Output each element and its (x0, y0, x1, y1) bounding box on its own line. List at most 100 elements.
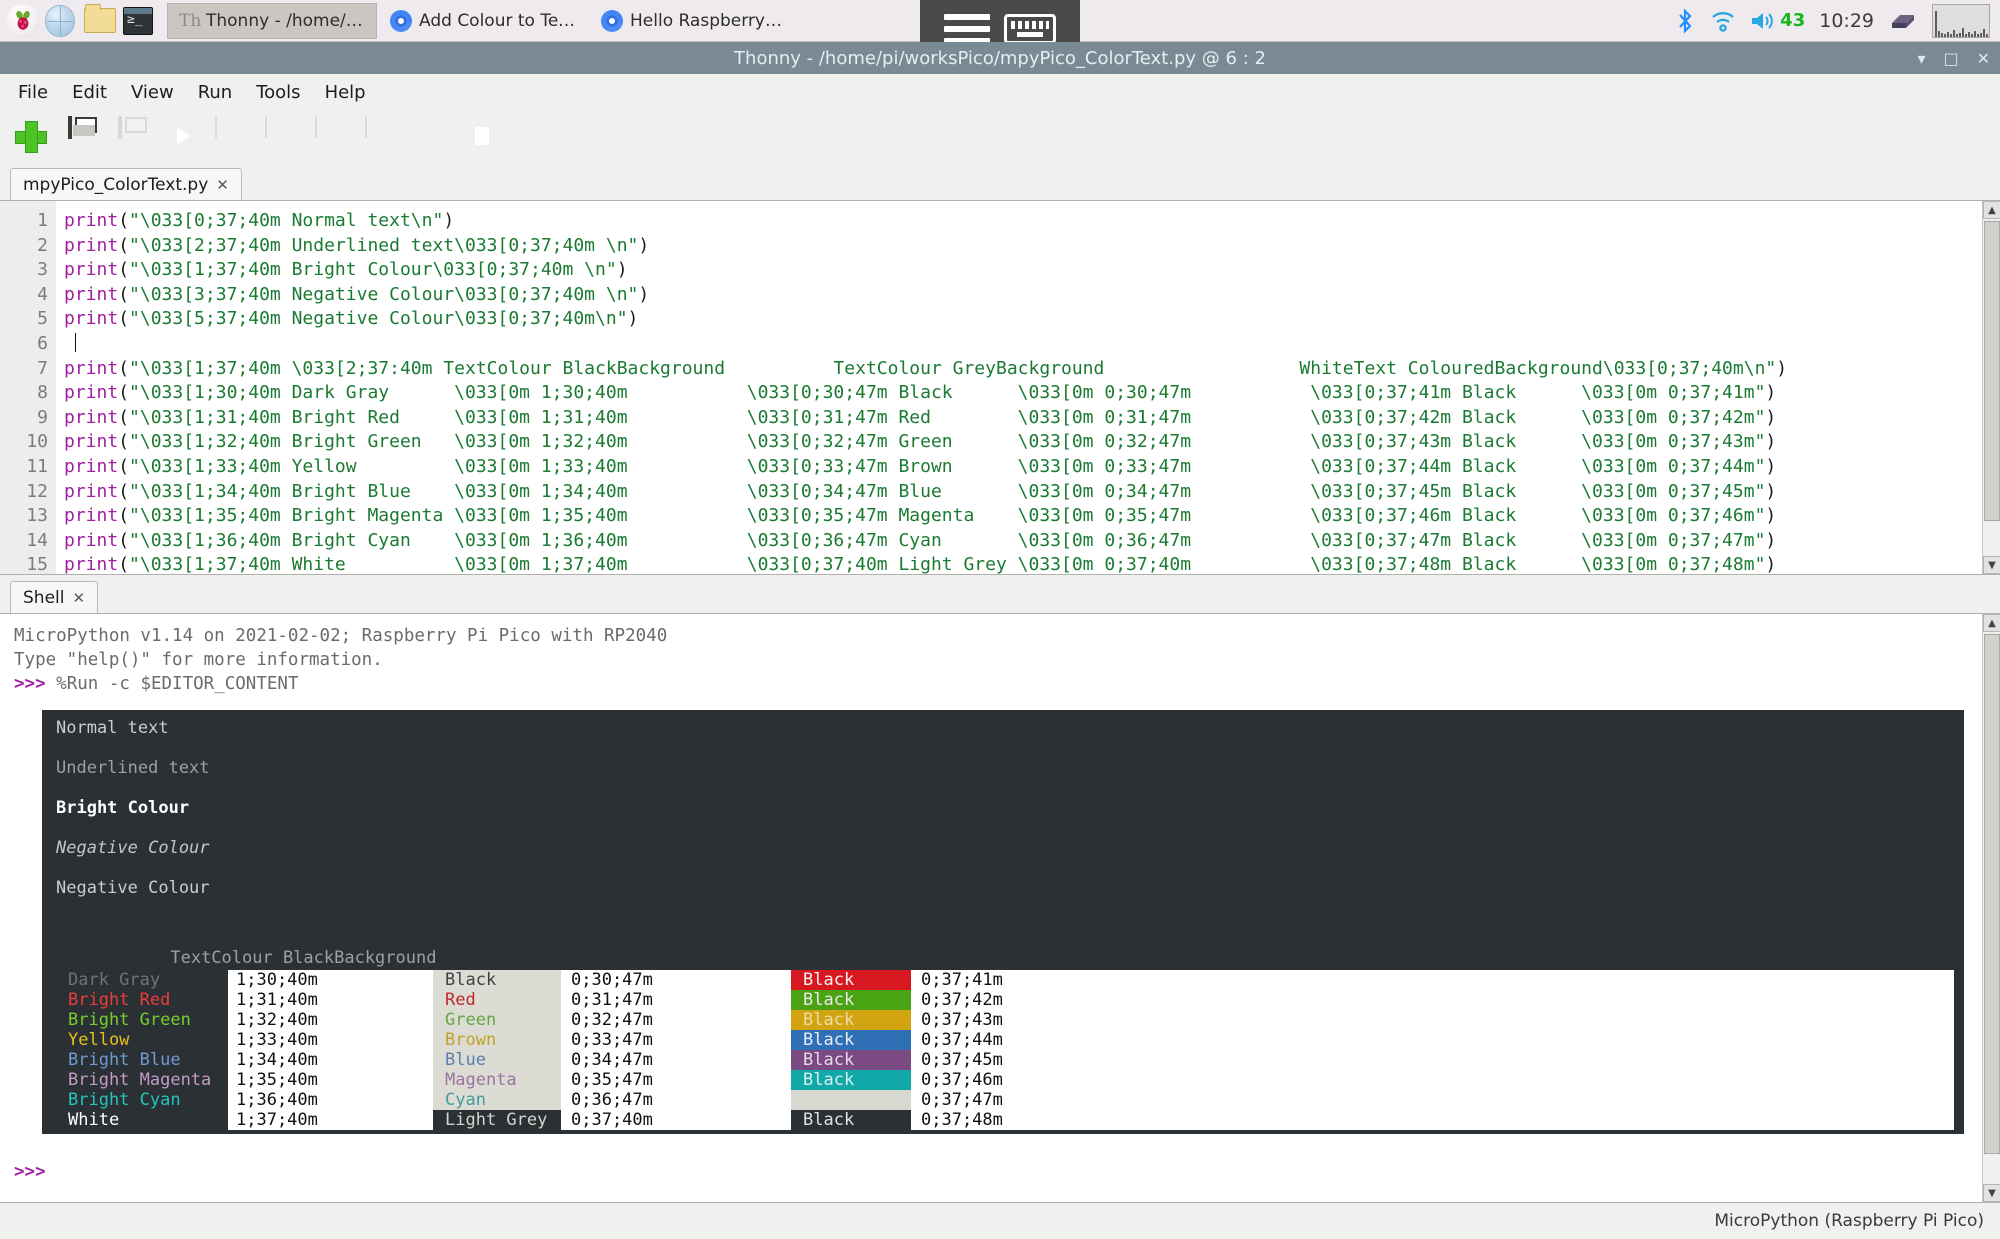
clock[interactable]: 10:29 (1819, 10, 1874, 32)
scroll-up-arrow[interactable]: ▲ (1983, 201, 2000, 219)
cell-grey-bg-name: Brown (433, 1030, 561, 1050)
resume-button[interactable] (412, 118, 452, 158)
launcher-zone (0, 3, 157, 38)
open-file-button[interactable] (112, 116, 152, 158)
code-line: print("\033[5;37;40m Negative Colour\033… (64, 308, 639, 330)
onscreen-keyboard-icon[interactable] (1004, 14, 1056, 44)
shell-content[interactable]: MicroPython v1.14 on 2021-02-02; Raspber… (0, 614, 1982, 1202)
cell-coloured-bg-name: Black (791, 1030, 911, 1050)
chrome-icon (601, 9, 623, 32)
bluetooth-icon[interactable] (1674, 7, 1696, 34)
shell-prompt: >>> (14, 674, 46, 694)
new-file-button[interactable] (12, 118, 52, 158)
taskbar-window-thonny[interactable]: Th Thonny - /home/pi/... (167, 2, 377, 39)
code-content[interactable]: print("\033[0;37;40m Normal text\n") prin… (56, 201, 1982, 574)
cell-black-bg-name: Bright Cyan (56, 1090, 228, 1110)
cell-black-bg-name: White (56, 1110, 228, 1130)
taskbar-window-chrome-1[interactable]: Add Colour to Text in ... (378, 3, 588, 39)
scroll-up-arrow[interactable]: ▲ (1983, 614, 2000, 632)
cell-grey-bg-code: 0;36;47m (561, 1090, 791, 1110)
editor-vertical-scrollbar[interactable]: ▲ ▼ (1982, 201, 2000, 574)
drag-handle-icon[interactable] (944, 14, 990, 44)
shell-tabstrip: Shell ✕ (0, 579, 2000, 613)
step-into-button[interactable] (312, 117, 352, 158)
file-manager-icon[interactable] (84, 3, 118, 38)
line-number-gutter: 1 2 3 4 5 6 7 8 9 10 11 12 13 14 15 (0, 201, 56, 574)
cell-coloured-bg-code: 0;37;44m (911, 1030, 1111, 1050)
cell-grey-bg-name: Red (433, 990, 561, 1010)
line-number: 2 (37, 234, 48, 256)
scroll-down-arrow[interactable]: ▼ (1983, 1184, 2000, 1202)
cell-black-bg-name: Bright Green (56, 1010, 228, 1030)
line-number: 4 (37, 283, 48, 305)
close-button[interactable]: ✕ (1977, 49, 1990, 68)
text-caret (74, 332, 76, 352)
code-editor[interactable]: 1 2 3 4 5 6 7 8 9 10 11 12 13 14 15 print("\033[0;37;4… (0, 200, 2000, 575)
maximize-button[interactable]: □ (1943, 49, 1958, 68)
shell-scroll-thumb[interactable] (1984, 634, 2000, 1154)
window-button-list: Th Thonny - /home/pi/... Add Colour to T… (167, 2, 799, 39)
cell-filler (1111, 1050, 1954, 1070)
taskbar-window-chrome-2[interactable]: Hello Raspberry Pi - C... (589, 3, 799, 39)
menu-help[interactable]: Help (315, 78, 376, 107)
cpu-chip-glyph (1892, 14, 1914, 28)
run-button[interactable] (162, 118, 202, 158)
cell-coloured-bg-code: 0;37;42m (911, 990, 1111, 1010)
debug-button[interactable] (212, 117, 252, 158)
line-number: 10 (26, 431, 48, 453)
taskbar-window-label: Thonny - /home/pi/... (206, 10, 365, 31)
shell-final-prompt-line[interactable]: >>> (14, 1160, 1982, 1184)
cell-grey-bg-name: Cyan (433, 1090, 561, 1110)
header-black-background: TextColour BlackBackground (170, 948, 437, 968)
menu-view[interactable]: View (121, 78, 184, 107)
globe-glyph (45, 4, 75, 37)
system-tray: 43 10:29 (1674, 0, 2000, 42)
code-line: print("\033[1;35;40m Bright Magenta \033… (64, 505, 1777, 527)
close-icon[interactable]: ✕ (216, 176, 229, 194)
menubar: File Edit View Run Tools Help (0, 74, 2000, 110)
volume-icon[interactable]: 43 (1750, 9, 1805, 33)
stop-button[interactable] (462, 118, 502, 158)
terminal-launcher-icon[interactable] (123, 4, 157, 38)
chrome-icon (390, 9, 412, 32)
cell-grey-bg-name: Blue (433, 1050, 561, 1070)
step-out-button[interactable] (362, 117, 402, 158)
code-line (64, 332, 1982, 357)
terminal-glyph (123, 6, 153, 35)
shell-tab[interactable]: Shell ✕ (10, 581, 99, 613)
cell-coloured-bg-name (791, 1090, 911, 1110)
cell-coloured-bg-code: 0;37;46m (911, 1070, 1111, 1090)
cell-grey-bg-code: 0;35;47m (561, 1070, 791, 1090)
wifi-glyph (1712, 11, 1734, 32)
menu-tools[interactable]: Tools (246, 78, 310, 107)
shell-panel[interactable]: MicroPython v1.14 on 2021-02-02; Raspber… (0, 613, 2000, 1203)
raspberry-menu-icon[interactable] (6, 3, 40, 38)
cpu-chip-icon[interactable] (1888, 9, 1918, 33)
menu-edit[interactable]: Edit (62, 78, 117, 107)
menu-run[interactable]: Run (188, 78, 243, 107)
cpu-usage-graph[interactable] (1932, 3, 1990, 38)
shell-vertical-scrollbar[interactable]: ▲ ▼ (1982, 614, 2000, 1202)
cell-filler (1111, 1090, 1954, 1110)
editor-scroll-thumb[interactable] (1984, 221, 2000, 521)
cell-grey-bg-code: 0;34;47m (561, 1050, 791, 1070)
web-browser-icon[interactable] (45, 4, 79, 38)
code-line: print("\033[1;32;40m Bright Green \033[0… (64, 431, 1777, 453)
cell-coloured-bg-name: Black (791, 990, 911, 1010)
cell-grey-bg-name: Light Grey (433, 1110, 561, 1130)
shell-command-line: >>> %Run -c $EDITOR_CONTENT (14, 672, 1982, 696)
minimize-button[interactable]: ▾ (1917, 49, 1925, 68)
color-table-row: Bright Red 1;31;40m Red 0;31;47m Black 0;37;4… (56, 990, 1954, 1010)
scroll-down-arrow[interactable]: ▼ (1983, 556, 2000, 574)
load-icon (118, 116, 122, 139)
menu-file[interactable]: File (8, 78, 58, 107)
step-over-button[interactable] (262, 117, 302, 158)
editor-tab-mpypico-colortext[interactable]: mpyPico_ColorText.py ✕ (10, 168, 242, 200)
wifi-icon[interactable] (1710, 9, 1736, 33)
close-icon[interactable]: ✕ (72, 589, 85, 607)
code-line: print("\033[1;34;40m Bright Blue \033[0m… (64, 480, 1777, 502)
save-file-button[interactable] (62, 116, 102, 158)
taskbar-window-label: Add Colour to Text in ... (419, 10, 576, 31)
code-line: print("\033[1;30;40m Dark Gray \033[0m 1… (64, 382, 1777, 404)
cell-grey-bg-code: 0;37;40m (561, 1110, 791, 1130)
